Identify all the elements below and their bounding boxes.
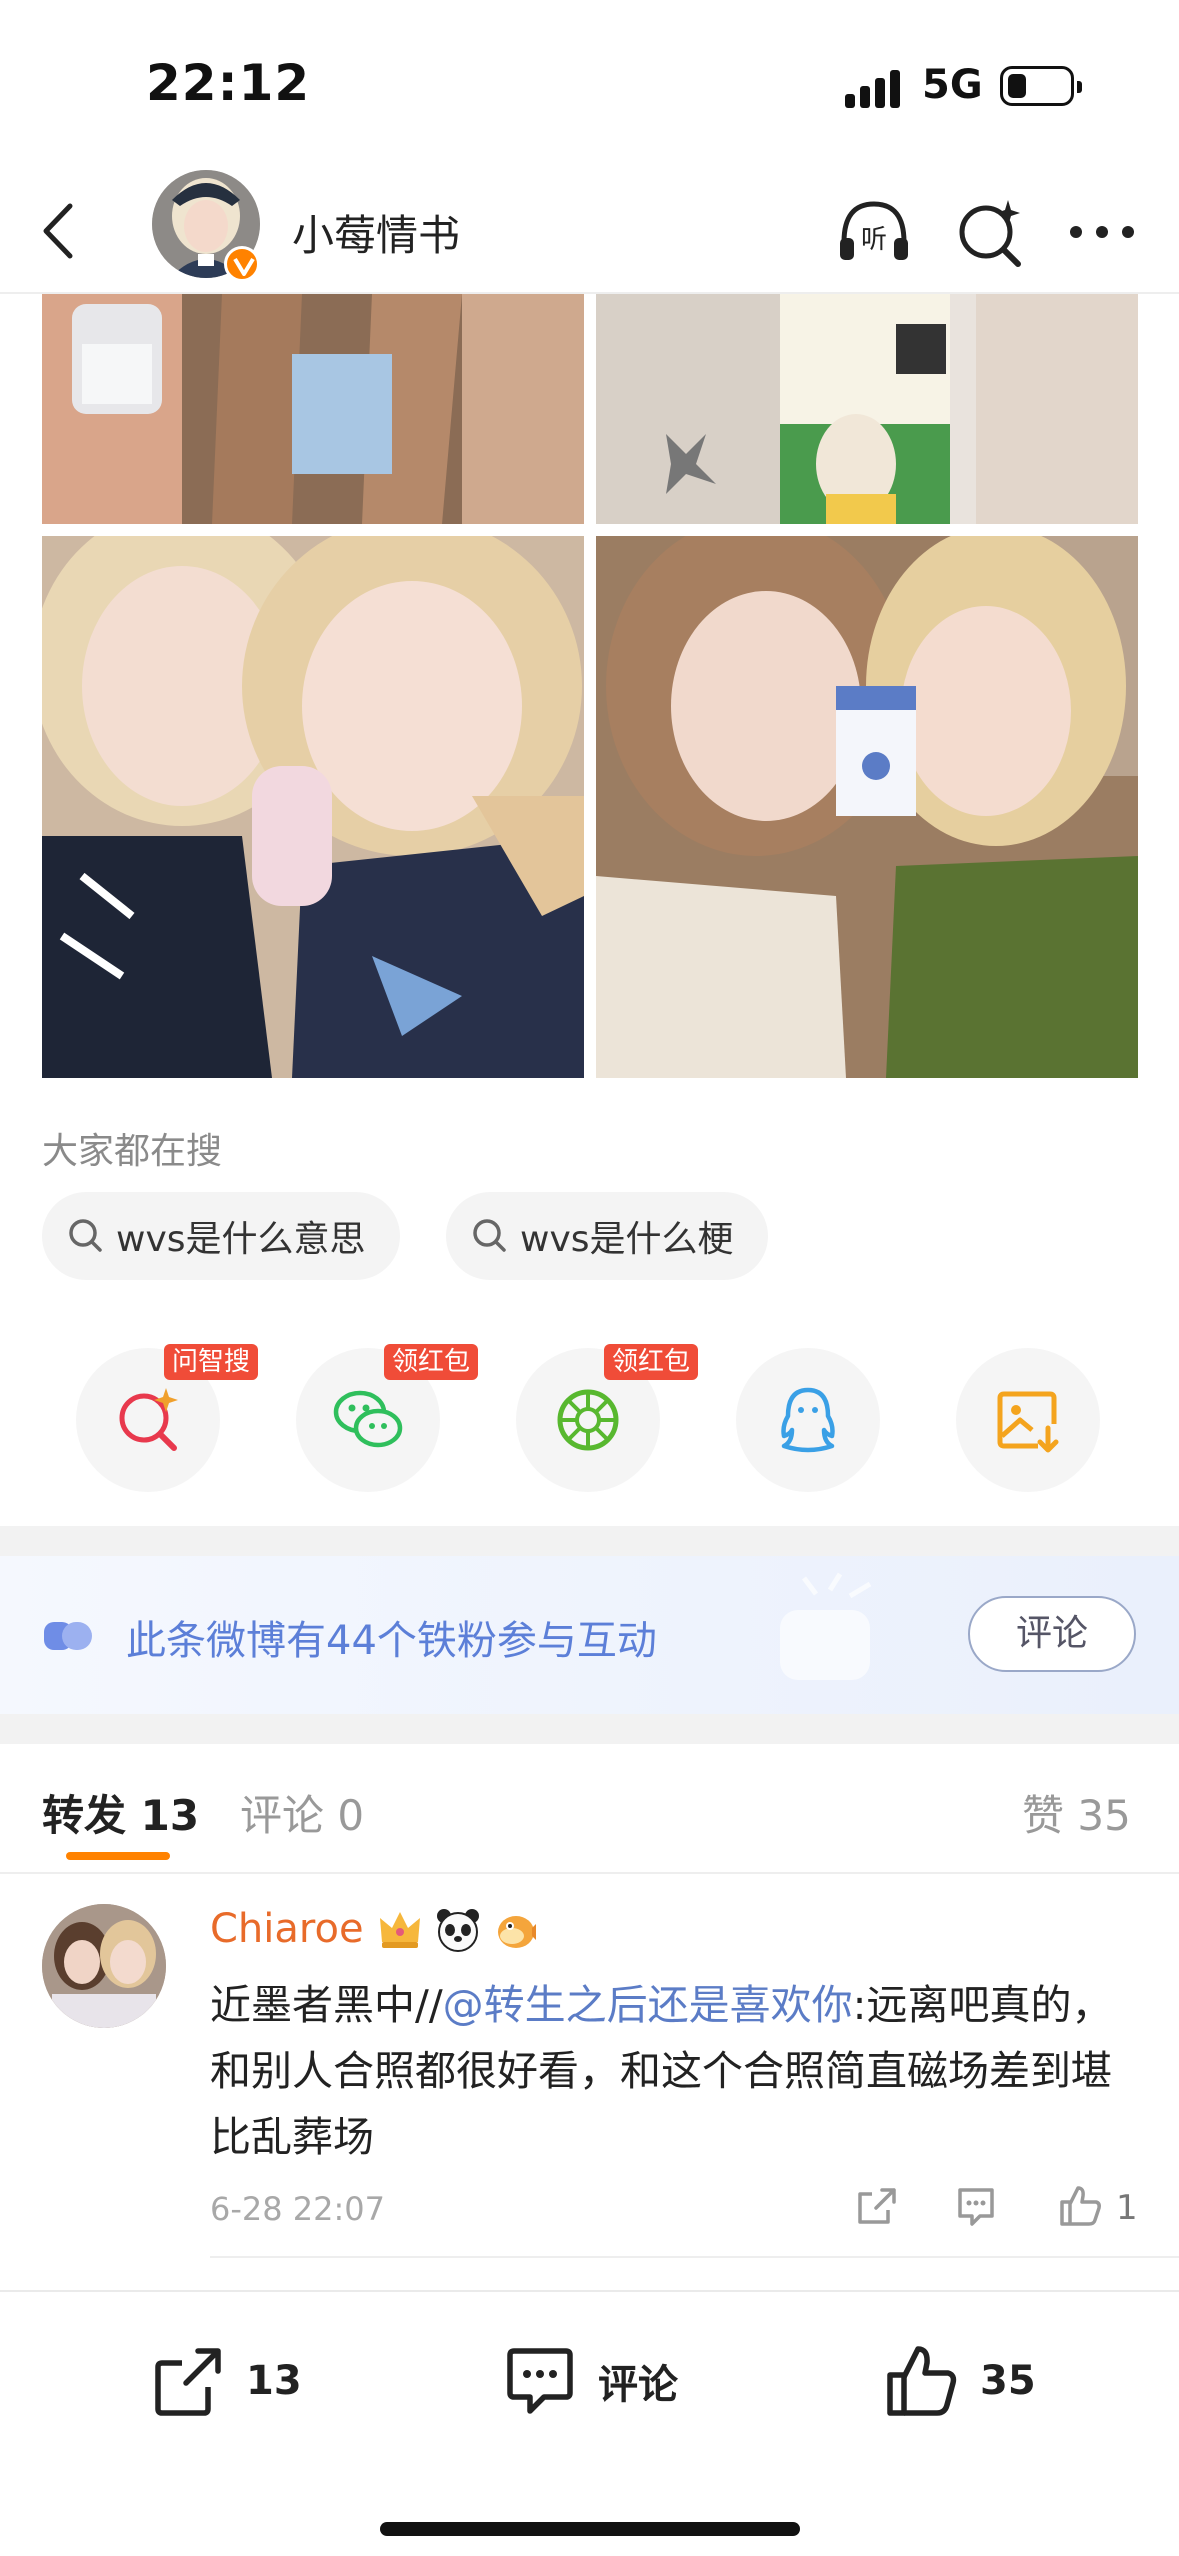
save-image-icon — [997, 1391, 1059, 1453]
share-save-image-button[interactable] — [956, 1348, 1100, 1492]
ai-search-icon — [119, 1388, 178, 1451]
section-divider — [0, 1526, 1179, 1556]
post-image-4[interactable] — [596, 536, 1138, 1078]
like-icon[interactable] — [1056, 2182, 1104, 2230]
commenter-avatar[interactable] — [42, 1904, 166, 2028]
fans-comment-button[interactable]: 评论 — [968, 1596, 1136, 1672]
comment-time: 6-28 22:07 — [210, 2190, 386, 2228]
comment-text-prefix: 近墨者黑中// — [210, 1981, 443, 2029]
panda-icon — [437, 1909, 479, 1952]
bottom-comment-label: 评论 — [598, 2362, 678, 2408]
comment-icon — [507, 2348, 573, 2414]
repost-icon — [155, 2348, 221, 2416]
svg-text:听: 听 — [861, 225, 887, 255]
search-icon[interactable] — [950, 192, 1030, 272]
crown-icon — [380, 1912, 420, 1948]
commenter-name[interactable]: Chiaroe — [210, 1906, 364, 1952]
bottom-repost-button[interactable]: 13 — [148, 2336, 302, 2426]
pufferfish-icon — [498, 1916, 536, 1948]
bottom-comment-button[interactable]: 评论 — [500, 2336, 678, 2426]
bottom-like-count: 35 — [980, 2358, 1036, 2404]
share-qq-button[interactable] — [736, 1348, 880, 1492]
fans-banner-text: 此条微博有44个铁粉参与互动 — [126, 1618, 657, 1664]
bottom-like-button[interactable]: 35 — [882, 2336, 1036, 2426]
search-chip-label: wvs是什么意思 — [116, 1219, 366, 1260]
tabs-divider — [0, 1872, 1179, 1874]
search-icon — [69, 1219, 102, 1252]
hot-search-title: 大家都在搜 — [42, 1131, 223, 1172]
search-chip-1[interactable]: wvs是什么意思 — [42, 1192, 400, 1280]
signal-icon — [845, 70, 900, 108]
bottom-repost-count: 13 — [246, 2358, 302, 2404]
ai-search-badge: 问智搜 — [164, 1344, 259, 1380]
status-bar: 22:12 5G — [0, 0, 1179, 170]
verified-badge-icon — [224, 246, 260, 282]
tab-comment[interactable]: 评论 0 — [240, 1782, 364, 1843]
post-image-1[interactable] — [42, 294, 584, 524]
search-icon — [473, 1219, 506, 1252]
section-divider — [0, 1714, 1179, 1744]
wechat-badge: 领红包 — [384, 1344, 479, 1380]
battery-icon — [1000, 66, 1082, 106]
comment-text: 近墨者黑中//@转生之后还是喜欢你:远离吧真的，和别人合照都很好看，和这个合照简… — [210, 1972, 1130, 2170]
tab-active-indicator — [66, 1852, 170, 1860]
post-image-3[interactable] — [42, 536, 584, 1078]
more-icon[interactable] — [1064, 192, 1144, 272]
status-time: 22:12 — [146, 54, 311, 112]
qq-icon — [781, 1387, 835, 1453]
wechat-icon — [333, 1390, 403, 1448]
post-image-2[interactable] — [596, 294, 1138, 524]
banner-decoration-icon — [780, 1572, 872, 1680]
bottom-action-bar: 13 评论 35 — [0, 2290, 1179, 2556]
page-title[interactable]: 小莓情书 — [292, 202, 460, 263]
mention-link[interactable]: @转生之后还是喜欢你 — [443, 1981, 853, 2029]
comment-divider — [210, 2256, 1179, 2258]
repost-icon[interactable] — [852, 2182, 900, 2230]
search-chip-2[interactable]: wvs是什么梗 — [446, 1192, 768, 1280]
like-icon — [887, 2346, 957, 2416]
tab-repost[interactable]: 转发 13 — [42, 1782, 199, 1843]
comment-like-count: 1 — [1116, 2188, 1138, 2228]
back-icon[interactable] — [30, 198, 96, 264]
home-indicator — [380, 2522, 800, 2536]
moments-badge: 领红包 — [604, 1344, 699, 1380]
top-nav: 小莓情书 听 — [0, 170, 1179, 294]
fans-icon — [44, 1622, 92, 1650]
search-chip-label: wvs是什么梗 — [520, 1219, 734, 1260]
comment-icon[interactable] — [952, 2182, 1000, 2230]
tab-like[interactable]: 赞 35 — [1022, 1782, 1131, 1843]
network-label: 5G — [922, 62, 983, 108]
moments-icon — [557, 1389, 619, 1451]
listen-icon[interactable]: 听 — [834, 192, 914, 272]
